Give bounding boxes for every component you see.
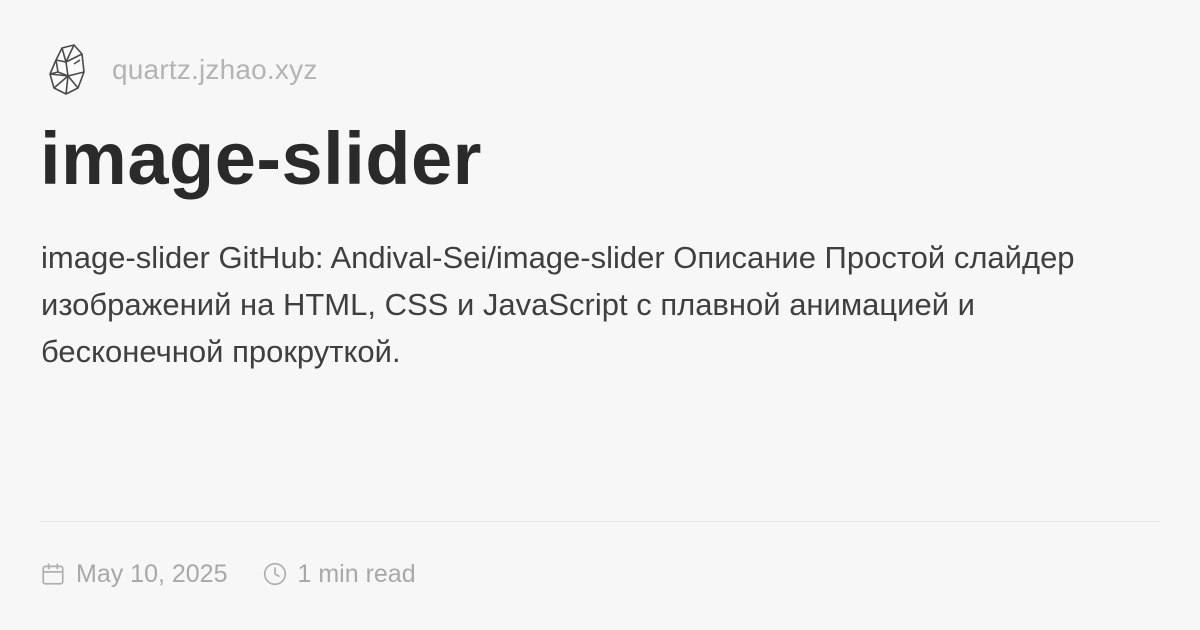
date-meta: May 10, 2025	[40, 560, 228, 589]
site-url[interactable]: quartz.jzhao.xyz	[112, 54, 318, 86]
crystal-logo-icon	[49, 44, 85, 95]
site-header: quartz.jzhao.xyz	[44, 40, 318, 100]
date-text: May 10, 2025	[76, 559, 228, 588]
reading-time-text: 1 min read	[297, 559, 416, 588]
reading-time-meta: 1 min read	[262, 560, 416, 589]
page-description: image-slider GitHub: Andival-Sei/image-s…	[41, 240, 1075, 369]
calendar-icon	[42, 563, 64, 585]
page-title: image-slider	[40, 117, 482, 200]
clock-icon	[263, 562, 286, 586]
page-meta: May 10, 2025 1 min read	[40, 556, 450, 592]
divider	[40, 521, 1160, 522]
